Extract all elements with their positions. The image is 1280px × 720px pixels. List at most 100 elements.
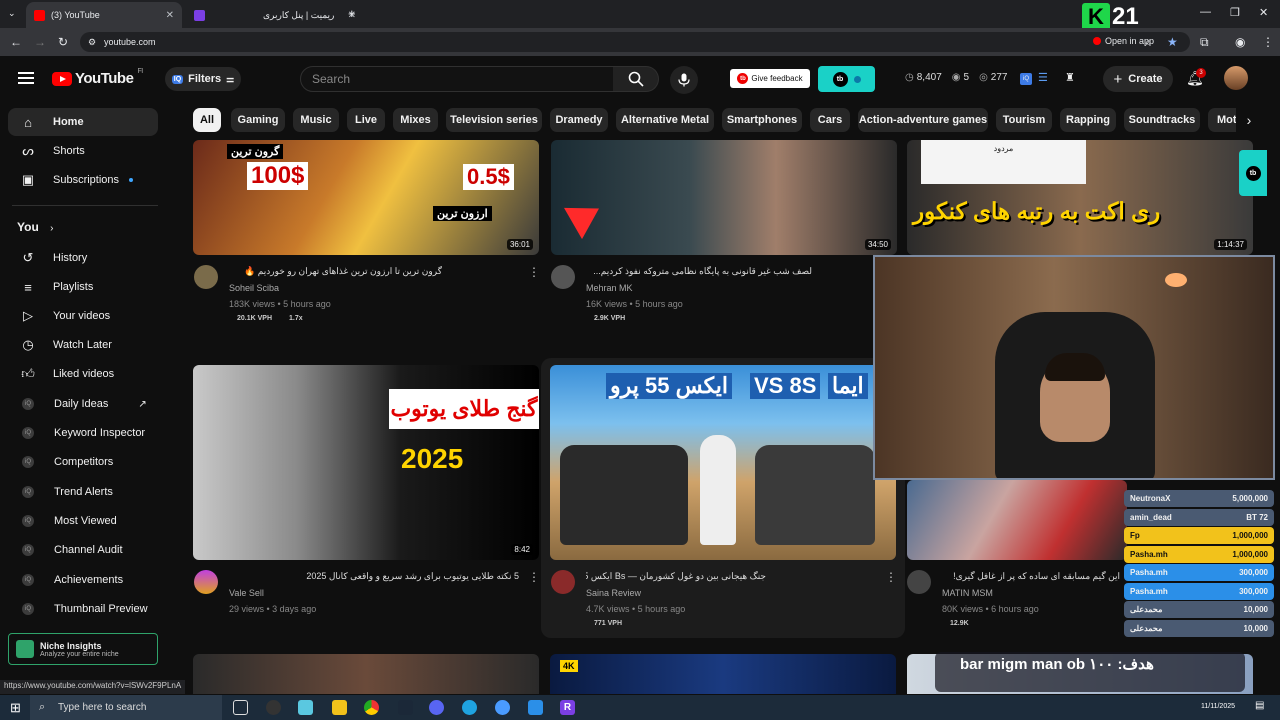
create-button[interactable]: + Create	[1103, 66, 1173, 92]
sidebar-item-keyword-inspector[interactable]: iQ Keyword Inspector	[8, 419, 158, 447]
forward-icon[interactable]: →	[34, 35, 46, 49]
video-thumbnail[interactable]	[193, 654, 539, 694]
sidebar-item-channel-audit[interactable]: iQ Channel Audit	[8, 536, 158, 564]
chip-smartphones[interactable]: Smartphones	[722, 108, 802, 132]
close-tab-icon[interactable]: ✕	[166, 10, 174, 21]
video-thumbnail[interactable]: 4K	[550, 654, 896, 694]
more-options-icon[interactable]: ⋮	[528, 265, 540, 279]
voice-search-button[interactable]	[670, 66, 698, 94]
chip-all[interactable]: All	[193, 108, 221, 132]
channel-avatar[interactable]	[194, 265, 218, 289]
account-avatar[interactable]	[1224, 66, 1248, 90]
site-info-icon[interactable]: ⚙	[88, 37, 96, 48]
app-icon[interactable]	[528, 700, 543, 715]
video-thumbnail[interactable]: مردود ری اکت به رتبه های کنکور 1:14:37	[907, 140, 1253, 255]
trophy-icon[interactable]: ♜	[1065, 71, 1075, 84]
tubebuddy-button[interactable]: tb	[818, 66, 875, 92]
sidebar-item-playlists[interactable]: ≡ Playlists	[8, 273, 158, 301]
video-thumbnail[interactable]: 34:50	[551, 140, 897, 255]
chip-television-series[interactable]: Television series	[446, 108, 542, 132]
chip-cars[interactable]: Cars	[810, 108, 850, 132]
task-view-icon[interactable]	[233, 700, 248, 715]
chip-music[interactable]: Music	[293, 108, 339, 132]
sidebar-item-most-viewed[interactable]: iQ Most Viewed	[8, 507, 158, 535]
minimize-icon[interactable]: —	[1200, 6, 1211, 18]
chip-rapping[interactable]: Rapping	[1060, 108, 1116, 132]
reload-icon[interactable]: ↻	[58, 35, 68, 49]
channel-avatar[interactable]	[194, 570, 218, 594]
you-section-header[interactable]: You ›	[17, 220, 53, 234]
browser-menu-icon[interactable]: ⋮	[1262, 35, 1274, 49]
new-tab-icon[interactable]: +	[348, 6, 356, 21]
profile-icon[interactable]: ◉	[1235, 35, 1245, 49]
search-input[interactable]: Search	[300, 66, 614, 92]
sidebar-item-thumbnail-preview[interactable]: iQ Thumbnail Preview	[8, 595, 158, 623]
video-thumbnail[interactable]	[907, 480, 1127, 560]
more-options-icon[interactable]: ⋮	[528, 570, 540, 584]
browser-tab-remit[interactable]: ریمیت | پنل کاربری ✕	[186, 2, 364, 28]
discord-icon[interactable]	[429, 700, 444, 715]
video-title[interactable]: لصف شب غیر قانونی به پایگاه نظامی متروکه…	[586, 266, 812, 277]
sidebar-item-shorts[interactable]: ᔕ Shorts	[8, 137, 158, 165]
video-title[interactable]: 5 نکته طلایی یوتیوب برای رشد سریع و واقع…	[229, 571, 519, 582]
video-thumbnail[interactable]: گنج طلای یوتوب 2025 8:42	[193, 365, 539, 560]
steam-icon[interactable]	[398, 700, 413, 715]
restore-icon[interactable]: ❐	[1230, 6, 1240, 19]
windows-start-icon[interactable]: ⊞	[10, 700, 21, 716]
more-options-icon[interactable]: ⋮	[885, 570, 897, 584]
sidebar-item-subscriptions[interactable]: ▣ Subscriptions	[8, 166, 158, 194]
app-icon[interactable]	[495, 700, 510, 715]
channel-name[interactable]: MATIN MSM	[942, 588, 993, 598]
chrome-icon[interactable]	[364, 700, 379, 715]
chips-next-button[interactable]: ›	[1236, 108, 1262, 132]
channel-name[interactable]: Vale Sell	[229, 588, 264, 598]
app-icon[interactable]	[298, 700, 313, 715]
sidebar-item-home[interactable]: ⌂ Home	[8, 108, 158, 136]
extensions-icon[interactable]: ⧉	[1200, 35, 1209, 50]
window-close-icon[interactable]: ✕	[1259, 6, 1268, 19]
give-feedback-button[interactable]: tb Give feedback	[730, 69, 810, 88]
video-thumbnail[interactable]: گرون ترین 100$ 0.5$ ارزون ترین 36:01	[193, 140, 539, 255]
browser-tab-youtube[interactable]: (3) YouTube ✕	[26, 2, 182, 28]
file-explorer-icon[interactable]	[332, 700, 347, 715]
video-thumbnail[interactable]: ایکس 55 پرو VS 8S ایما	[550, 365, 896, 560]
tubebuddy-side-icon[interactable]: tb	[1239, 150, 1267, 196]
video-title[interactable]: گرون ترین تا ارزون ترین غذاهای تهران رو …	[230, 266, 442, 277]
tab-list-icon[interactable]: ⌄	[8, 8, 16, 19]
taskbar-search[interactable]: ⌕ Type here to search	[30, 695, 222, 720]
zoom-icon[interactable]: ⌕	[1145, 35, 1152, 50]
search-button[interactable]	[613, 66, 659, 92]
remit-icon[interactable]: R	[560, 700, 575, 715]
hamburger-menu-icon[interactable]	[18, 72, 34, 84]
chip-dramedy[interactable]: Dramedy	[550, 108, 608, 132]
back-icon[interactable]: ←	[10, 35, 22, 49]
sidebar-item-history[interactable]: ↺ History	[8, 244, 158, 272]
channel-name[interactable]: Soheil Sciba	[229, 283, 279, 293]
vidiq-icon[interactable]: iQ	[1020, 73, 1032, 85]
chip-mixes[interactable]: Mixes	[393, 108, 438, 132]
channel-avatar[interactable]	[551, 265, 575, 289]
notifications-icon[interactable]: ▤	[1255, 700, 1264, 711]
chip-tourism[interactable]: Tourism	[996, 108, 1052, 132]
chip-gaming[interactable]: Gaming	[231, 108, 285, 132]
sidebar-item-liked-videos[interactable]: 👍︎ Liked videos	[8, 360, 158, 388]
edge-icon[interactable]	[462, 700, 477, 715]
channel-name[interactable]: Mehran MK	[586, 283, 633, 293]
bookmark-star-icon[interactable]: ★	[1167, 35, 1178, 49]
chip-soundtracks[interactable]: Soundtracks	[1124, 108, 1200, 132]
channel-avatar[interactable]	[907, 570, 931, 594]
youtube-logo[interactable]: YouTube FI	[52, 68, 143, 87]
filters-button[interactable]: IQ Filters ⚌	[165, 67, 241, 91]
channel-name[interactable]: Saina Review	[586, 588, 641, 598]
chip-live[interactable]: Live	[347, 108, 385, 132]
chip-action-adventure-games[interactable]: Action-adventure games	[858, 108, 988, 132]
video-title[interactable]: این گیم مسابقه ای ساده که پر از غافل گیر…	[940, 571, 1120, 582]
sidebar-item-watch-later[interactable]: ◷ Watch Later	[8, 331, 158, 359]
video-title[interactable]: جنگ هیجانی بین دو غول کشورمان — Bs ایکس …	[586, 571, 766, 582]
obs-icon[interactable]	[266, 700, 281, 715]
niche-insights-button[interactable]: Niche Insights Analyze your entire niche	[8, 633, 158, 665]
list-icon[interactable]: ☰	[1038, 71, 1048, 84]
sidebar-item-achievements[interactable]: iQ Achievements	[8, 566, 158, 594]
address-bar[interactable]: ⚙ youtube.com	[80, 32, 1190, 52]
sidebar-item-daily-ideas[interactable]: iQ Daily Ideas ↗	[8, 390, 158, 418]
